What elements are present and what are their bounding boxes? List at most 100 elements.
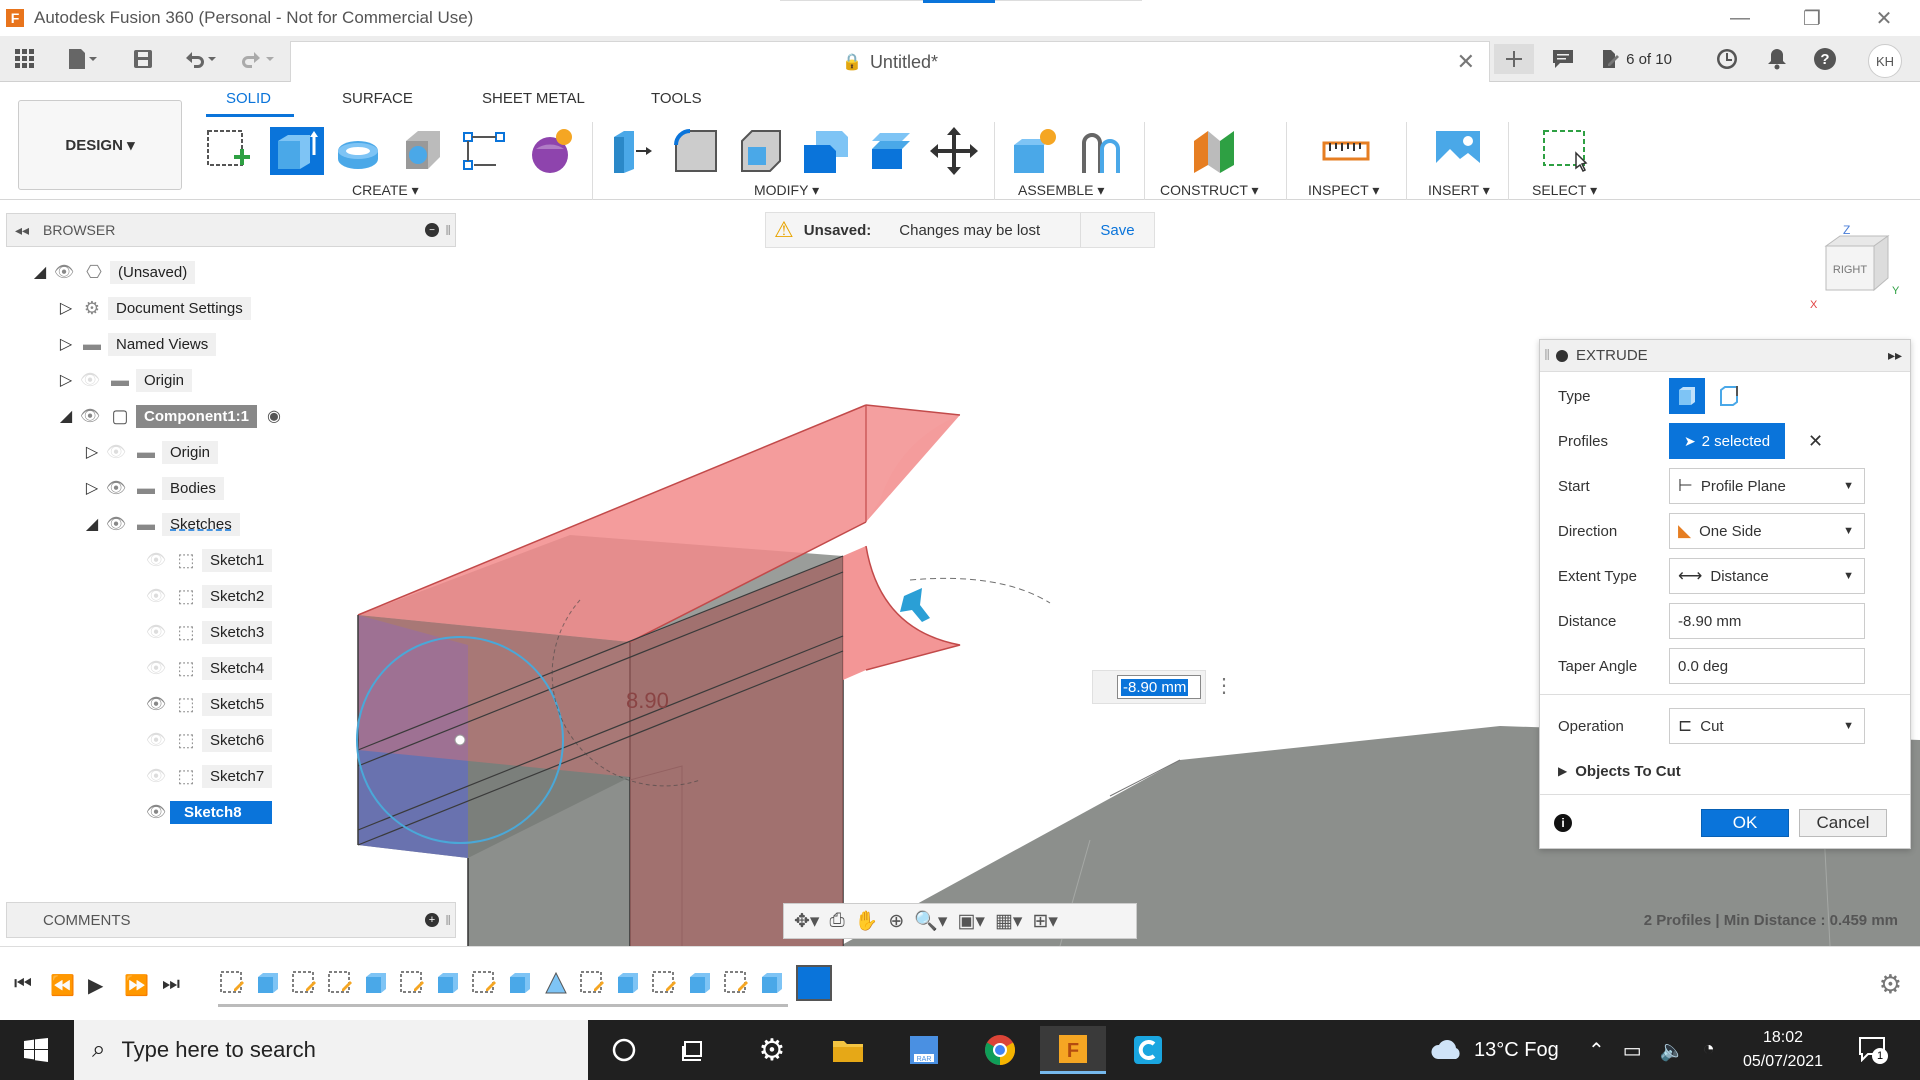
tree-item-sketch[interactable]: 👁 ⬚ Sketch2: [142, 581, 273, 611]
more-options-icon[interactable]: ⋮: [1214, 673, 1234, 698]
move-copy-icon[interactable]: [930, 127, 978, 175]
timeline-extrude-icon[interactable]: [758, 969, 786, 997]
ok-button[interactable]: OK: [1701, 809, 1789, 837]
winrar-icon[interactable]: RAR: [894, 1026, 954, 1074]
expand-section-triangle-icon[interactable]: ▶: [1558, 764, 1567, 778]
viewcube[interactable]: RIGHT Z Y X: [1800, 222, 1900, 312]
modify-menu[interactable]: MODIFY ▾: [754, 182, 819, 199]
timeline-sketch-icon[interactable]: [290, 969, 318, 997]
look-at-icon[interactable]: ⎙: [829, 910, 844, 932]
collapse-triangle-icon[interactable]: ◢: [56, 406, 76, 426]
data-panel-grid-icon[interactable]: [10, 44, 40, 74]
info-icon[interactable]: i: [1554, 814, 1572, 832]
select-window-icon[interactable]: [1542, 127, 1590, 175]
visibility-eye-icon[interactable]: 👁: [50, 262, 78, 282]
browser-minimize-icon[interactable]: −: [425, 223, 439, 237]
notifications-bell-icon[interactable]: [1760, 44, 1794, 74]
profiles-selection-button[interactable]: ➤ 2 selected: [1669, 423, 1785, 459]
cortana-icon[interactable]: [594, 1026, 654, 1074]
visibility-eye-off-icon[interactable]: 👁: [142, 766, 170, 786]
show-hidden-icons-chevron-icon[interactable]: ⌃: [1588, 1038, 1605, 1063]
timeline-sketch-icon[interactable]: [218, 969, 246, 997]
zoom-window-icon[interactable]: 🔍▾: [914, 909, 947, 933]
shell-icon[interactable]: [736, 127, 784, 175]
timeline-sketch-icon[interactable]: [470, 969, 498, 997]
help-icon[interactable]: ?: [1808, 44, 1842, 74]
taper-angle-field[interactable]: 0.0 deg: [1669, 648, 1865, 684]
comments-pin-icon[interactable]: ‖: [445, 912, 451, 928]
viewports-icon[interactable]: ⊞▾: [1032, 910, 1057, 933]
drag-handle-icon[interactable]: ‖: [1544, 347, 1550, 364]
timeline-extrude-icon[interactable]: [686, 969, 714, 997]
tree-item-bodies[interactable]: ▷ 👁 ▬ Bodies: [82, 473, 224, 503]
extrude-icon[interactable]: [270, 127, 324, 175]
weather-widget[interactable]: 13°C Fog: [1430, 1020, 1559, 1080]
expand-triangle-icon[interactable]: ▷: [56, 370, 76, 390]
timeline-first-icon[interactable]: ⏮: [14, 973, 32, 996]
document-tab[interactable]: 🔒 Untitled* ✕: [290, 41, 1490, 82]
tree-item-sketch[interactable]: 👁 ⬚ Sketch5: [142, 689, 273, 719]
expand-triangle-icon[interactable]: ▷: [56, 298, 76, 318]
timeline-sketch-icon[interactable]: [326, 969, 354, 997]
visibility-eye-icon[interactable]: 👁: [142, 694, 170, 714]
file-explorer-icon[interactable]: [818, 1026, 878, 1074]
tree-item-sketch[interactable]: 👁 ⬚ Sketch1: [142, 545, 273, 575]
visibility-eye-icon[interactable]: 👁: [142, 802, 170, 822]
activate-component-radio-icon[interactable]: ◉: [267, 406, 281, 426]
joint-icon[interactable]: [1076, 127, 1124, 175]
timeline-sketch-icon[interactable]: [722, 969, 750, 997]
visibility-eye-off-icon[interactable]: 👁: [142, 730, 170, 750]
timeline-extrude-icon[interactable]: [434, 969, 462, 997]
tab-tools[interactable]: TOOLS: [651, 90, 702, 107]
timeline-previous-icon[interactable]: ⏪: [50, 973, 75, 998]
timeline-sketch-icon[interactable]: [650, 969, 678, 997]
assemble-menu[interactable]: ASSEMBLE ▾: [1018, 182, 1104, 199]
operation-select[interactable]: ⊏ Cut ▼: [1669, 708, 1865, 744]
measure-icon[interactable]: [1322, 127, 1370, 175]
visibility-eye-off-icon[interactable]: 👁: [142, 658, 170, 678]
timeline-play-icon[interactable]: ▶: [88, 973, 103, 998]
user-avatar[interactable]: KH: [1868, 44, 1902, 78]
new-component-icon[interactable]: [1010, 127, 1058, 175]
restore-button[interactable]: ❐: [1776, 0, 1848, 36]
dialog-minimize-icon[interactable]: [1556, 349, 1568, 362]
tab-solid[interactable]: SOLID: [226, 90, 271, 107]
battery-icon[interactable]: ▭: [1623, 1038, 1642, 1063]
timeline-next-icon[interactable]: ⏩: [124, 973, 149, 998]
wifi-icon[interactable]: ◔: [1703, 1038, 1715, 1063]
offset-face-icon[interactable]: [866, 127, 914, 175]
cancel-button[interactable]: Cancel: [1799, 809, 1887, 837]
distance-input-field[interactable]: -8.90 mm: [1117, 675, 1201, 699]
distance-manipulator-arrow-icon[interactable]: [900, 588, 930, 622]
timeline-extrude-icon[interactable]: [614, 969, 642, 997]
settings-app-icon[interactable]: ⚙: [742, 1026, 802, 1074]
zoom-icon[interactable]: ⊕: [888, 910, 904, 933]
task-view-icon[interactable]: [664, 1026, 724, 1074]
start-button[interactable]: [0, 1020, 72, 1080]
visibility-eye-icon[interactable]: 👁: [102, 478, 130, 498]
distance-heads-up-input[interactable]: -8.90 mm: [1092, 670, 1206, 704]
tree-item-sketch-selected[interactable]: 👁 Sketch8: [142, 797, 272, 827]
orbit-icon[interactable]: ✥▾: [794, 910, 819, 933]
tree-item-sketches[interactable]: ◢ 👁 ▬ Sketches: [82, 509, 240, 539]
create-menu[interactable]: CREATE ▾: [352, 182, 419, 199]
extensions-chat-icon[interactable]: [1546, 44, 1580, 74]
file-menu-icon[interactable]: [62, 44, 102, 74]
visibility-eye-off-icon[interactable]: 👁: [142, 550, 170, 570]
visibility-eye-icon[interactable]: 👁: [102, 514, 130, 534]
timeline-sketch-icon[interactable]: [398, 969, 426, 997]
expand-triangle-icon[interactable]: ▷: [82, 478, 102, 498]
revolve-icon[interactable]: [334, 127, 382, 175]
volume-icon[interactable]: 🔈: [1660, 1038, 1685, 1063]
tree-item-sketch[interactable]: 👁 ⬚ Sketch4: [142, 653, 273, 683]
timeline-plane-icon[interactable]: [542, 969, 570, 997]
create-sketch-icon[interactable]: [204, 127, 252, 175]
timeline-current-sketch-marker[interactable]: [796, 965, 832, 1001]
loft-icon[interactable]: [460, 127, 508, 175]
insert-menu[interactable]: INSERT ▾: [1428, 182, 1490, 199]
clear-selection-icon[interactable]: ✕: [1808, 431, 1823, 452]
visibility-eye-off-icon[interactable]: 👁: [76, 370, 104, 390]
sweep-icon[interactable]: [398, 127, 446, 175]
distance-field[interactable]: -8.90 mm: [1669, 603, 1865, 639]
minimize-button[interactable]: —: [1704, 0, 1776, 36]
